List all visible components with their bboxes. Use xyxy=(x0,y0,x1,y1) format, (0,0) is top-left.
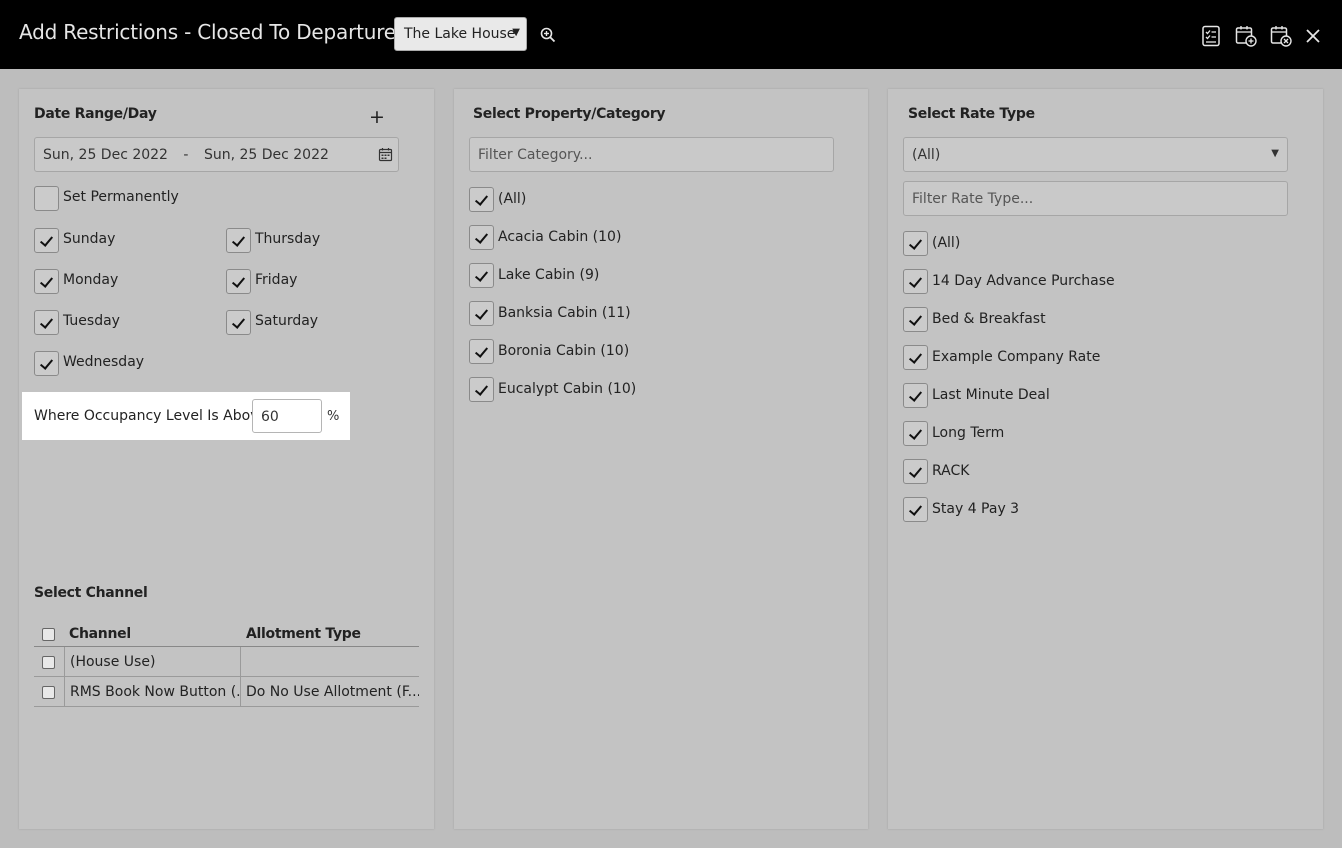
page-title: Add Restrictions - Closed To Departure xyxy=(19,20,396,44)
title-bar: Add Restrictions - Closed To Departure T… xyxy=(0,0,1342,69)
rate-type-select-value: (All) xyxy=(912,147,941,163)
sunday-label: Sunday xyxy=(63,231,116,247)
set-permanently-label: Set Permanently xyxy=(63,189,179,205)
date-start: Sun, 25 Dec 2022 xyxy=(43,147,168,163)
table-row[interactable]: (House Use) xyxy=(34,647,419,677)
occupancy-level-row: Where Occupancy Level Is Above 60 % xyxy=(22,392,350,440)
channel-cell: RMS Book Now Button (... xyxy=(64,677,241,706)
date-separator: - xyxy=(183,147,189,163)
category-item-label: Boronia Cabin (10) xyxy=(498,343,630,359)
rate-all-checkbox[interactable] xyxy=(903,231,928,256)
tuesday-label: Tuesday xyxy=(63,313,120,329)
category-item-label: Lake Cabin (9) xyxy=(498,267,600,283)
select-all-channels-checkbox[interactable] xyxy=(42,628,55,641)
date-range-input[interactable]: Sun, 25 Dec 2022 - Sun, 25 Dec 2022 xyxy=(34,137,399,172)
rate-item-label: Example Company Rate xyxy=(932,349,1101,365)
category-item-label: (All) xyxy=(498,191,527,207)
chevron-down-icon: ▼ xyxy=(1271,148,1279,159)
rate-item-label: Stay 4 Pay 3 xyxy=(932,501,1020,517)
property-category-panel: Select Property/Category Filter Category… xyxy=(454,89,868,829)
sunday-checkbox[interactable] xyxy=(34,228,59,253)
set-permanently-checkbox[interactable] xyxy=(34,186,59,211)
occupancy-level-label: Where Occupancy Level Is Above xyxy=(34,408,268,424)
friday-checkbox[interactable] xyxy=(226,269,251,294)
rate-checkbox[interactable] xyxy=(903,421,928,446)
occupancy-unit: % xyxy=(327,409,340,424)
rate-item-label: Long Term xyxy=(932,425,1005,441)
tuesday-checkbox[interactable] xyxy=(34,310,59,335)
rate-checkbox[interactable] xyxy=(903,497,928,522)
date-range-panel: Date Range/Day + Sun, 25 Dec 2022 - Sun,… xyxy=(19,89,434,829)
rate-item-label: Bed & Breakfast xyxy=(932,311,1046,327)
category-item-label: Acacia Cabin (10) xyxy=(498,229,622,245)
rate-item-label: (All) xyxy=(932,235,961,251)
rate-checkbox[interactable] xyxy=(903,345,928,370)
category-checkbox[interactable] xyxy=(469,377,494,402)
column-header-allotment-type: Allotment Type xyxy=(246,626,361,642)
chevron-down-icon: ▼ xyxy=(512,27,520,38)
date-end: Sun, 25 Dec 2022 xyxy=(203,147,329,163)
close-icon[interactable] xyxy=(1301,24,1325,48)
row-checkbox[interactable] xyxy=(42,656,55,669)
row-checkbox[interactable] xyxy=(42,686,55,699)
thursday-label: Thursday xyxy=(255,231,321,247)
zoom-in-icon[interactable] xyxy=(539,26,557,44)
column-header-channel: Channel xyxy=(69,626,131,642)
category-checkbox[interactable] xyxy=(469,339,494,364)
rate-item-label: RACK xyxy=(932,463,970,479)
table-row[interactable]: RMS Book Now Button (... Do No Use Allot… xyxy=(34,677,419,707)
property-category-heading: Select Property/Category xyxy=(473,106,666,122)
allotment-cell xyxy=(241,647,419,676)
wednesday-checkbox[interactable] xyxy=(34,351,59,376)
property-select[interactable]: The Lake House ▼ xyxy=(394,17,527,51)
rate-checkbox[interactable] xyxy=(903,383,928,408)
filter-rate-type-input[interactable]: Filter Rate Type... xyxy=(903,181,1288,216)
thursday-checkbox[interactable] xyxy=(226,228,251,253)
calendar-icon[interactable] xyxy=(378,147,393,162)
category-item-label: Eucalypt Cabin (10) xyxy=(498,381,637,397)
rate-type-heading: Select Rate Type xyxy=(908,106,1035,122)
rate-item-label: 14 Day Advance Purchase xyxy=(932,273,1115,289)
monday-checkbox[interactable] xyxy=(34,269,59,294)
channel-table: Channel Allotment Type (House Use) RMS B… xyxy=(34,619,419,707)
rate-checkbox[interactable] xyxy=(903,269,928,294)
monday-label: Monday xyxy=(63,272,119,288)
save-add-icon[interactable] xyxy=(1234,24,1258,48)
checklist-icon[interactable] xyxy=(1199,24,1223,48)
category-checkbox[interactable] xyxy=(469,263,494,288)
wednesday-label: Wednesday xyxy=(63,354,145,370)
rate-item-label: Last Minute Deal xyxy=(932,387,1050,403)
table-header: Channel Allotment Type xyxy=(34,619,419,647)
saturday-label: Saturday xyxy=(255,313,319,329)
friday-label: Friday xyxy=(255,272,298,288)
allotment-cell: Do No Use Allotment (F... xyxy=(246,684,419,700)
occupancy-level-input[interactable]: 60 xyxy=(252,399,322,433)
rate-type-panel: Select Rate Type (All) ▼ Filter Rate Typ… xyxy=(888,89,1323,829)
channel-cell: (House Use) xyxy=(64,647,241,676)
rate-checkbox[interactable] xyxy=(903,307,928,332)
category-item-label: Banksia Cabin (11) xyxy=(498,305,631,321)
category-checkbox[interactable] xyxy=(469,225,494,250)
rate-type-select[interactable]: (All) ▼ xyxy=(903,137,1288,172)
saturday-checkbox[interactable] xyxy=(226,310,251,335)
category-checkbox[interactable] xyxy=(469,301,494,326)
category-all-checkbox[interactable] xyxy=(469,187,494,212)
date-range-heading: Date Range/Day xyxy=(34,106,157,122)
select-channel-heading: Select Channel xyxy=(34,585,148,601)
add-date-range-button[interactable]: + xyxy=(369,107,385,127)
filter-category-input[interactable]: Filter Category... xyxy=(469,137,834,172)
property-select-value: The Lake House xyxy=(404,26,516,42)
rate-checkbox[interactable] xyxy=(903,459,928,484)
save-close-icon[interactable] xyxy=(1269,24,1293,48)
